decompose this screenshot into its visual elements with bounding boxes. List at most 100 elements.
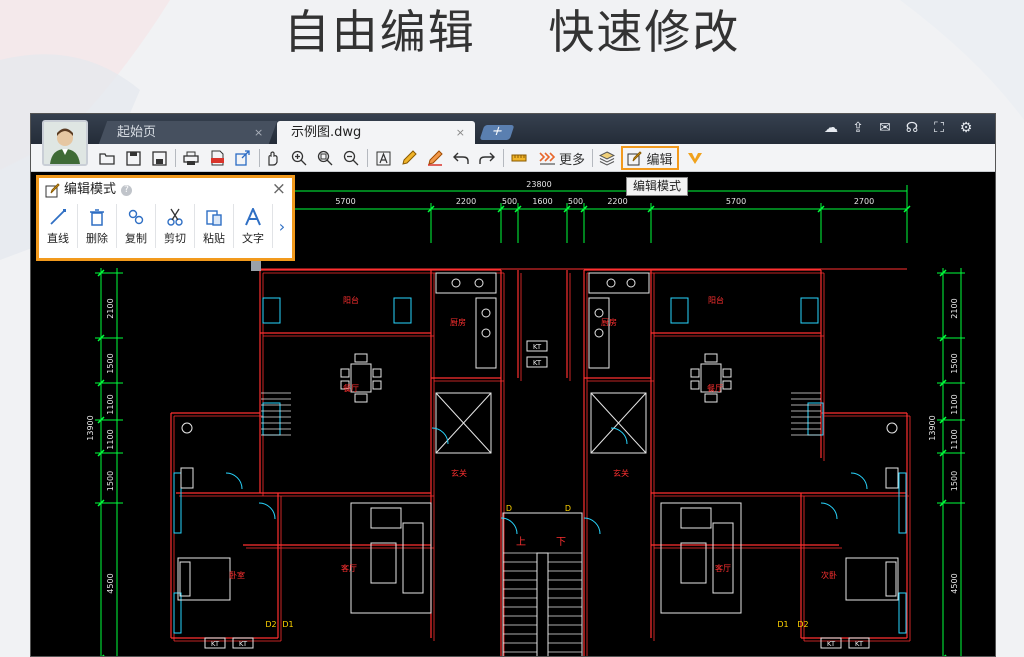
tab-drawing-label: 示例图.dwg bbox=[291, 125, 362, 140]
left-dimension-label: 1100 bbox=[106, 429, 115, 449]
layers-icon[interactable] bbox=[597, 148, 617, 168]
edit-mode-tooltip: 编辑模式 bbox=[626, 177, 689, 196]
left-dimension-label: 2100 bbox=[106, 298, 115, 318]
dining-chair bbox=[722, 368, 732, 378]
left-dimension-label: 4500 bbox=[106, 573, 115, 593]
room-label: 阳台 bbox=[343, 295, 359, 305]
redo-icon[interactable] bbox=[477, 148, 497, 168]
tool-copy[interactable]: 复制 bbox=[117, 204, 156, 248]
room-label: 厨房 bbox=[450, 317, 466, 327]
cloud-icon[interactable]: ☁ bbox=[822, 119, 840, 137]
scissors-icon bbox=[167, 208, 183, 226]
trash-icon bbox=[90, 209, 104, 226]
undo-icon[interactable] bbox=[451, 148, 471, 168]
tool-line-label: 直线 bbox=[47, 232, 69, 245]
vip-icon[interactable] bbox=[685, 148, 705, 168]
line-icon bbox=[50, 209, 66, 225]
overall-dimension-label: 23800 bbox=[526, 180, 551, 189]
tool-cut-label: 剪切 bbox=[164, 232, 186, 245]
edit-panel-title: 编辑模式 bbox=[64, 182, 117, 197]
tool-text-label: 文字 bbox=[242, 232, 264, 245]
pencil-icon[interactable] bbox=[399, 148, 419, 168]
right-dimension-label: 1500 bbox=[950, 471, 959, 491]
coffee-table bbox=[680, 542, 707, 584]
headset-icon[interactable]: ☊ bbox=[903, 119, 921, 137]
open-icon[interactable] bbox=[97, 148, 117, 168]
room-label: 客厅 bbox=[341, 563, 357, 573]
dining-chair bbox=[704, 353, 718, 363]
room-label: 餐厅 bbox=[343, 384, 359, 393]
window-frame bbox=[898, 472, 907, 534]
edit-tools: 直线 删除 复制 剪切 粘贴 文字 › bbox=[39, 204, 291, 248]
right-dimension-label: 1100 bbox=[950, 394, 959, 414]
window-frame bbox=[393, 297, 412, 324]
tool-copy-label: 复制 bbox=[125, 232, 147, 245]
toolbar: 更多 编辑 bbox=[31, 144, 995, 172]
stove-burner bbox=[474, 278, 484, 288]
tab-start-close-icon[interactable]: × bbox=[254, 121, 263, 144]
kitchen-counter bbox=[435, 272, 497, 294]
stair-down-label: 下 bbox=[556, 537, 566, 548]
zoom-window-icon[interactable] bbox=[315, 148, 335, 168]
tab-bar: 起始页 × 示例图.dwg × + ☁ ⇪ ✉ ☊ ⛶ ⚙ bbox=[31, 114, 995, 144]
toolbar-divider bbox=[367, 149, 368, 167]
bath-fixture bbox=[885, 467, 899, 489]
stove-burner bbox=[594, 328, 604, 338]
print-icon[interactable] bbox=[181, 148, 201, 168]
panel-more-chevron-icon[interactable]: › bbox=[273, 204, 291, 248]
text-box-icon[interactable] bbox=[373, 148, 393, 168]
sofa-seat bbox=[402, 522, 424, 594]
pan-icon[interactable] bbox=[263, 148, 283, 168]
save-icon[interactable] bbox=[123, 148, 143, 168]
edit-label: 编辑 bbox=[646, 152, 673, 168]
highlighter-icon[interactable] bbox=[425, 148, 445, 168]
dining-chair bbox=[372, 380, 382, 390]
window-tag-label: KT bbox=[211, 640, 220, 648]
stove-burner bbox=[594, 308, 604, 318]
close-icon[interactable]: × bbox=[272, 178, 286, 200]
pdf-icon[interactable] bbox=[207, 148, 227, 168]
tool-delete-label: 删除 bbox=[86, 232, 108, 245]
tool-cut[interactable]: 剪切 bbox=[156, 204, 195, 248]
chat-icon[interactable]: ✉ bbox=[876, 119, 894, 137]
tab-start-page[interactable]: 起始页 × bbox=[98, 121, 278, 144]
tool-paste[interactable]: 粘贴 bbox=[195, 204, 234, 248]
edit-icon bbox=[45, 183, 60, 198]
door-label: D1 bbox=[777, 620, 788, 629]
door-swing bbox=[225, 472, 243, 490]
export-icon[interactable] bbox=[233, 148, 253, 168]
tool-text[interactable]: 文字 bbox=[234, 204, 273, 248]
tab-drawing[interactable]: 示例图.dwg × bbox=[277, 121, 475, 144]
room-label: 卧室 bbox=[229, 570, 245, 580]
measure-icon[interactable] bbox=[509, 148, 529, 168]
right-dimension-label: 4500 bbox=[950, 573, 959, 593]
room-label: 阳台 bbox=[708, 295, 724, 305]
toilet bbox=[181, 422, 193, 434]
new-tab-button[interactable]: + bbox=[479, 124, 515, 140]
stove-burner bbox=[481, 328, 491, 338]
tool-line[interactable]: 直线 bbox=[39, 204, 78, 248]
window-frame bbox=[670, 297, 689, 324]
edit-panel-header: 编辑模式? × bbox=[39, 178, 292, 202]
door-label: D bbox=[506, 504, 512, 513]
zoom-extents-icon[interactable] bbox=[341, 148, 361, 168]
armchair bbox=[680, 507, 712, 529]
gear-icon[interactable]: ⚙ bbox=[957, 119, 975, 137]
help-icon[interactable]: ? bbox=[121, 185, 133, 196]
sofa-outline bbox=[350, 502, 432, 614]
right-dimension-label: 2100 bbox=[950, 298, 959, 318]
door-label: D bbox=[565, 504, 571, 513]
headline-left: 自由编辑 bbox=[283, 5, 476, 59]
zoom-in-icon[interactable] bbox=[289, 148, 309, 168]
dining-chair bbox=[690, 380, 700, 390]
right-dimension-label: 1500 bbox=[950, 353, 959, 373]
tool-delete[interactable]: 删除 bbox=[78, 204, 117, 248]
door-label: D1 bbox=[282, 620, 293, 629]
save-as-icon[interactable] bbox=[149, 148, 169, 168]
fullscreen-icon[interactable]: ⛶ bbox=[930, 119, 948, 137]
edit-mode-button[interactable]: 编辑 bbox=[621, 146, 679, 170]
share-icon[interactable]: ⇪ bbox=[849, 119, 867, 137]
tab-drawing-close-icon[interactable]: × bbox=[456, 121, 465, 144]
avatar[interactable] bbox=[42, 120, 88, 166]
more-button[interactable]: 更多 bbox=[535, 148, 589, 168]
